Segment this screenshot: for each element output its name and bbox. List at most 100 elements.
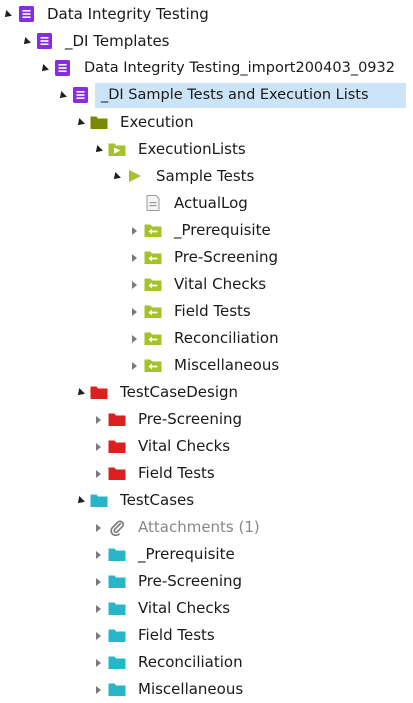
- teal-folder-icon: [108, 683, 126, 696]
- tree-node-label[interactable]: _DI Sample Tests and Execution Lists: [101, 82, 369, 109]
- lime-arrow-folder-icon: [144, 224, 162, 237]
- tree-node-label[interactable]: Reconciliation: [138, 649, 243, 676]
- teal-folder-icon: [108, 656, 126, 669]
- red-folder-icon: [108, 467, 126, 480]
- collapsed-arrow-icon[interactable]: [91, 568, 105, 595]
- tree-node-label[interactable]: Vital Checks: [138, 433, 230, 460]
- purple-doc-icon: [37, 33, 52, 49]
- tree-node-label[interactable]: _Prerequisite: [138, 541, 235, 568]
- tree-node-label[interactable]: Pre-Screening: [138, 568, 242, 595]
- collapsed-arrow-icon[interactable]: [91, 433, 105, 460]
- expanded-arrow-icon[interactable]: [55, 82, 69, 109]
- tree-node-label[interactable]: Vital Checks: [174, 271, 266, 298]
- purple-doc-icon: [55, 60, 70, 76]
- olive-folder-icon: [90, 116, 108, 129]
- purple-doc-icon: [19, 6, 34, 22]
- tree-node-label[interactable]: Sample Tests: [156, 163, 254, 190]
- expanded-arrow-icon[interactable]: [73, 109, 87, 136]
- expanded-arrow-icon[interactable]: [37, 55, 51, 82]
- tree-node-label[interactable]: ExecutionLists: [138, 136, 246, 163]
- tree-node[interactable]: Attachments (1): [0, 514, 413, 541]
- lime-arrow-folder-icon: [144, 332, 162, 345]
- lime-arrow-folder-icon: [144, 278, 162, 291]
- tree-node-label[interactable]: Data Integrity Testing: [47, 1, 209, 28]
- tree-node[interactable]: Vital Checks: [0, 433, 413, 460]
- collapsed-arrow-icon[interactable]: [127, 325, 141, 352]
- collapsed-arrow-icon[interactable]: [127, 352, 141, 379]
- teal-folder-icon: [108, 602, 126, 615]
- tree-node[interactable]: Pre-Screening: [0, 244, 413, 271]
- tree-node-selected[interactable]: _DI Sample Tests and Execution Lists: [0, 82, 413, 109]
- collapsed-arrow-icon[interactable]: [91, 460, 105, 487]
- tree-node[interactable]: Data Integrity Testing_import200403_0932: [0, 55, 413, 82]
- tree-node[interactable]: ActualLog: [0, 190, 413, 217]
- collapsed-arrow-icon[interactable]: [127, 244, 141, 271]
- paperclip-icon: [110, 520, 124, 536]
- collapsed-arrow-icon[interactable]: [91, 649, 105, 676]
- tree-node-label[interactable]: TestCases: [120, 487, 194, 514]
- expanded-arrow-icon[interactable]: [19, 28, 33, 55]
- collapsed-arrow-icon[interactable]: [91, 514, 105, 541]
- tree-node[interactable]: ExecutionLists: [0, 136, 413, 163]
- expanded-arrow-icon[interactable]: [73, 487, 87, 514]
- tree-node[interactable]: Sample Tests: [0, 163, 413, 190]
- collapsed-arrow-icon[interactable]: [91, 406, 105, 433]
- lime-arrow-folder-icon: [144, 359, 162, 372]
- tree-node-label[interactable]: Pre-Screening: [138, 406, 242, 433]
- tree-node[interactable]: Reconciliation: [0, 325, 413, 352]
- collapsed-arrow-icon[interactable]: [91, 622, 105, 649]
- lime-play-folder-icon: [108, 143, 126, 156]
- collapsed-arrow-icon[interactable]: [91, 676, 105, 703]
- tree-node[interactable]: TestCases: [0, 487, 413, 514]
- lime-arrow-folder-icon: [144, 251, 162, 264]
- red-folder-icon: [108, 440, 126, 453]
- tree-node[interactable]: Vital Checks: [0, 271, 413, 298]
- tree-node-label[interactable]: _Prerequisite: [174, 217, 271, 244]
- tree-node[interactable]: Data Integrity Testing: [0, 1, 413, 28]
- tree-node[interactable]: Execution: [0, 109, 413, 136]
- collapsed-arrow-icon[interactable]: [91, 595, 105, 622]
- expanded-arrow-icon[interactable]: [109, 163, 123, 190]
- tree-node-label[interactable]: Field Tests: [138, 460, 215, 487]
- log-file-icon: [146, 195, 160, 211]
- tree-node[interactable]: _Prerequisite: [0, 541, 413, 568]
- teal-folder-icon: [90, 494, 108, 507]
- tree-node[interactable]: Reconciliation: [0, 649, 413, 676]
- tree-node-label[interactable]: ActualLog: [174, 190, 248, 217]
- tree-node-label[interactable]: TestCaseDesign: [120, 379, 238, 406]
- teal-folder-icon: [108, 548, 126, 561]
- collapsed-arrow-icon[interactable]: [127, 271, 141, 298]
- purple-doc-icon: [73, 87, 88, 103]
- expanded-arrow-icon[interactable]: [73, 379, 87, 406]
- tree-node-label[interactable]: _DI Templates: [65, 28, 170, 55]
- tree-node-label[interactable]: Field Tests: [138, 622, 215, 649]
- tree-node[interactable]: _DI Templates: [0, 28, 413, 55]
- tree-node-label[interactable]: Miscellaneous: [138, 676, 243, 703]
- tree-node-label[interactable]: Reconciliation: [174, 325, 279, 352]
- tree-node[interactable]: _Prerequisite: [0, 217, 413, 244]
- expanded-arrow-icon[interactable]: [91, 136, 105, 163]
- tree-node[interactable]: Field Tests: [0, 622, 413, 649]
- tree-node-label[interactable]: Pre-Screening: [174, 244, 278, 271]
- tree-node[interactable]: Field Tests: [0, 298, 413, 325]
- collapsed-arrow-icon[interactable]: [127, 298, 141, 325]
- teal-folder-icon: [108, 629, 126, 642]
- collapsed-arrow-icon[interactable]: [127, 217, 141, 244]
- tree-node[interactable]: Pre-Screening: [0, 406, 413, 433]
- tree-node[interactable]: Vital Checks: [0, 595, 413, 622]
- tree-node-label[interactable]: Execution: [120, 109, 194, 136]
- tree-node-label[interactable]: Miscellaneous: [174, 352, 279, 379]
- tree-node-label[interactable]: Field Tests: [174, 298, 251, 325]
- lime-arrow-folder-icon: [144, 305, 162, 318]
- tree-node[interactable]: TestCaseDesign: [0, 379, 413, 406]
- collapsed-arrow-icon[interactable]: [91, 541, 105, 568]
- expanded-arrow-icon[interactable]: [0, 1, 14, 28]
- tree-node[interactable]: Pre-Screening: [0, 568, 413, 595]
- red-folder-icon: [90, 386, 108, 399]
- tree-node[interactable]: Miscellaneous: [0, 676, 413, 703]
- tree-node-label[interactable]: Data Integrity Testing_import200403_0932: [84, 55, 395, 82]
- tree-node-label[interactable]: Attachments (1): [138, 514, 260, 541]
- tree-node[interactable]: Field Tests: [0, 460, 413, 487]
- tree-node[interactable]: Miscellaneous: [0, 352, 413, 379]
- tree-node-label[interactable]: Vital Checks: [138, 595, 230, 622]
